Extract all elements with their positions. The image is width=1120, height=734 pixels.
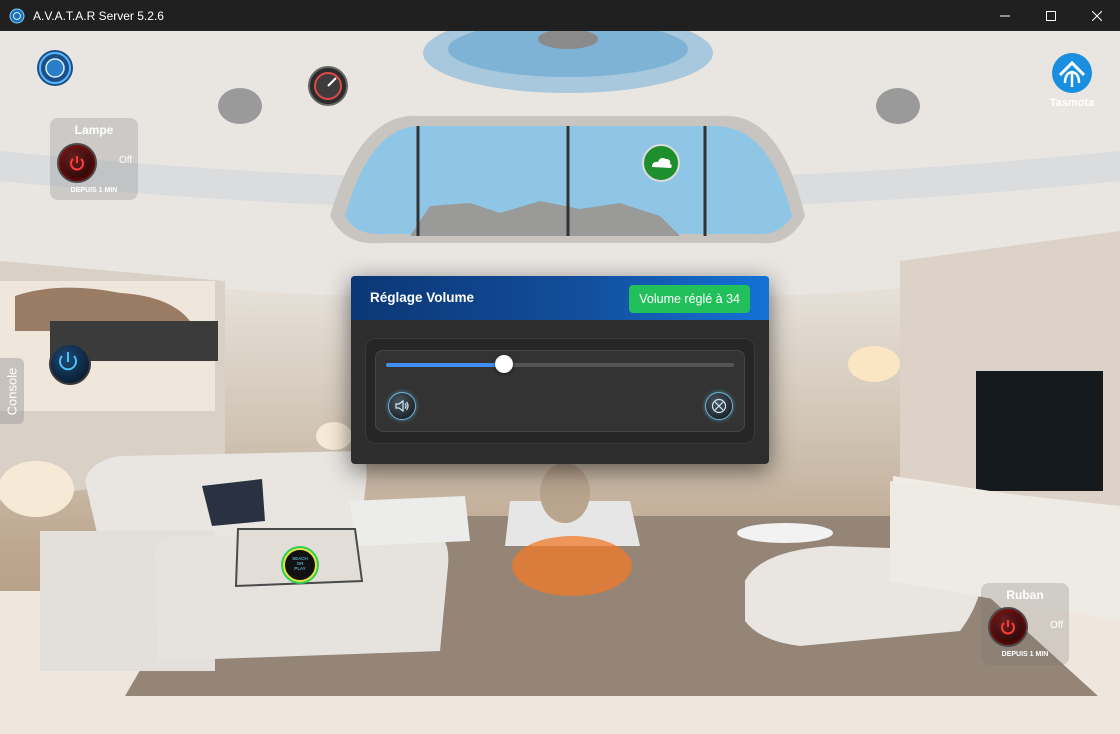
avatar-app-icon [9, 8, 25, 23]
sticker-text: SEACH OR PLAY [292, 556, 308, 571]
minimize-icon [1000, 15, 1010, 16]
power-icon [1001, 620, 1015, 635]
globe-icon [37, 50, 73, 86]
lampe-power-button[interactable] [57, 143, 97, 183]
ruban-power-button[interactable] [988, 607, 1028, 647]
tasmota-label: Tasmota [1049, 97, 1095, 109]
volume-dialog: Réglage Volume Volume réglé à 34 [351, 276, 769, 464]
speaker-icon [395, 399, 409, 413]
search-or-play-sticker[interactable]: SEACH OR PLAY [283, 548, 317, 582]
tasmota-icon [1052, 53, 1092, 93]
cloud-weather-icon [642, 144, 680, 182]
volume-status-badge: Volume réglé à 34 [629, 285, 750, 313]
media-dial-button[interactable] [308, 66, 348, 106]
close-dialog-button[interactable] [705, 392, 733, 420]
volume-control-inner [375, 350, 745, 432]
weather-button[interactable] [642, 144, 680, 182]
room-background: Tasmota Lampe Off DEPUIS 1 MIN Console S… [0, 31, 1120, 734]
close-icon [711, 398, 727, 414]
power-icon [70, 156, 84, 171]
maximize-icon [1046, 10, 1056, 21]
close-button[interactable] [1074, 0, 1120, 31]
window-title: A.V.A.T.A.R Server 5.2.6 [33, 8, 164, 23]
window-titlebar[interactable]: A.V.A.T.A.R Server 5.2.6 [0, 0, 1120, 31]
minimize-button[interactable] [982, 0, 1028, 31]
speaker-button[interactable] [388, 392, 416, 420]
console-tab[interactable]: Console [0, 358, 24, 424]
volume-slider[interactable] [386, 355, 734, 373]
ruban-widget: Ruban Off DEPUIS 1 MIN [981, 583, 1069, 665]
lampe-status: Off [119, 155, 133, 166]
power-icon [59, 352, 77, 371]
tasmota-widget[interactable]: Tasmota [1046, 53, 1098, 113]
ruban-label: Ruban [1006, 588, 1044, 602]
lampe-since: DEPUIS 1 MIN [70, 187, 118, 194]
console-label: Console [4, 367, 20, 415]
volume-slider-fill [386, 363, 505, 367]
volume-dialog-title: Réglage Volume [370, 290, 475, 305]
volume-dialog-header[interactable]: Réglage Volume Volume réglé à 34 [351, 276, 769, 320]
lampe-label: Lampe [74, 123, 114, 137]
ruban-status: Off [1050, 620, 1064, 631]
scene-power-button[interactable] [49, 343, 91, 385]
maximize-button[interactable] [1028, 0, 1074, 31]
ruban-since: DEPUIS 1 MIN [1001, 651, 1049, 658]
avatar-globe-button[interactable] [36, 49, 74, 87]
lampe-widget: Lampe Off DEPUIS 1 MIN [50, 118, 138, 200]
volume-slider-thumb[interactable] [495, 355, 514, 373]
dial-icon [308, 66, 348, 106]
close-icon [1092, 10, 1102, 21]
volume-control-panel [365, 338, 755, 444]
